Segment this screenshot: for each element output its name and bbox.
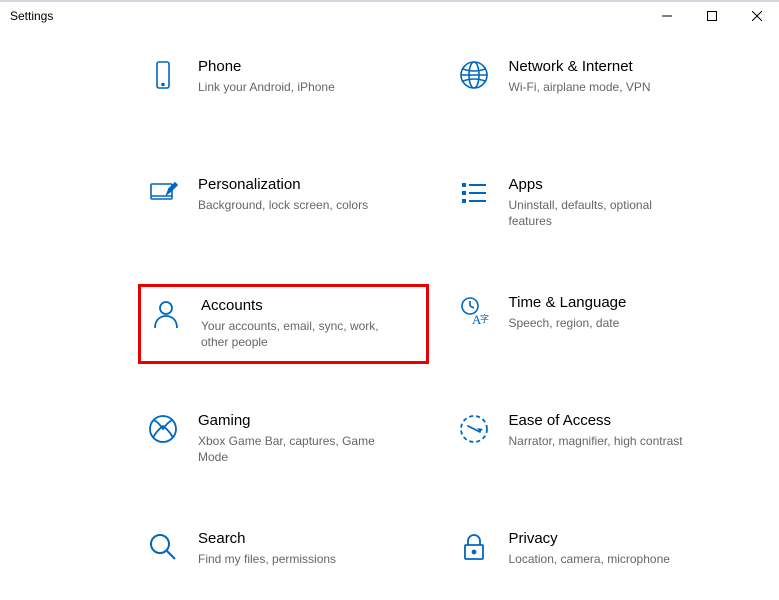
- tile-apps[interactable]: Apps Uninstall, defaults, optional featu…: [449, 166, 740, 246]
- tile-title: Apps: [509, 176, 730, 193]
- window-title: Settings: [10, 9, 53, 23]
- title-bar: Settings: [0, 0, 779, 30]
- tile-accounts[interactable]: Accounts Your accounts, email, sync, wor…: [138, 284, 429, 364]
- tile-text: Gaming Xbox Game Bar, captures, Game Mod…: [198, 410, 419, 465]
- tile-subtitle: Link your Android, iPhone: [198, 79, 378, 95]
- close-button[interactable]: [734, 2, 779, 30]
- tile-text: Time & Language Speech, region, date: [509, 292, 730, 331]
- tile-title: Search: [198, 530, 419, 547]
- svg-text:字: 字: [480, 313, 489, 324]
- tile-text: Network & Internet Wi-Fi, airplane mode,…: [509, 56, 730, 95]
- tile-subtitle: Your accounts, email, sync, work, other …: [201, 318, 381, 350]
- tile-privacy[interactable]: Privacy Location, camera, microphone: [449, 520, 740, 600]
- tile-text: Privacy Location, camera, microphone: [509, 528, 730, 567]
- lock-icon: [457, 530, 491, 564]
- list-icon: [457, 176, 491, 210]
- tile-subtitle: Find my files, permissions: [198, 551, 378, 567]
- tile-title: Personalization: [198, 176, 419, 193]
- minimize-button[interactable]: [644, 2, 689, 30]
- tile-title: Ease of Access: [509, 412, 730, 429]
- tile-phone[interactable]: Phone Link your Android, iPhone: [138, 48, 429, 128]
- tile-network[interactable]: Network & Internet Wi-Fi, airplane mode,…: [449, 48, 740, 128]
- tile-text: Apps Uninstall, defaults, optional featu…: [509, 174, 730, 229]
- tile-text: Personalization Background, lock screen,…: [198, 174, 419, 213]
- tile-title: Network & Internet: [509, 58, 730, 75]
- tile-title: Gaming: [198, 412, 419, 429]
- maximize-button[interactable]: [689, 2, 734, 30]
- tile-title: Phone: [198, 58, 419, 75]
- tile-gaming[interactable]: Gaming Xbox Game Bar, captures, Game Mod…: [138, 402, 429, 482]
- tile-ease-of-access[interactable]: Ease of Access Narrator, magnifier, high…: [449, 402, 740, 482]
- tile-title: Time & Language: [509, 294, 730, 311]
- tile-text: Ease of Access Narrator, magnifier, high…: [509, 410, 730, 449]
- clock-language-icon: A 字: [457, 294, 491, 328]
- settings-grid: Phone Link your Android, iPhone Network …: [0, 30, 779, 600]
- tile-text: Accounts Your accounts, email, sync, wor…: [201, 295, 416, 350]
- tile-personalization[interactable]: Personalization Background, lock screen,…: [138, 166, 429, 246]
- tile-subtitle: Background, lock screen, colors: [198, 197, 378, 213]
- tile-time-language[interactable]: A 字 Time & Language Speech, region, date: [449, 284, 740, 364]
- ease-of-access-icon: [457, 412, 491, 446]
- tile-subtitle: Narrator, magnifier, high contrast: [509, 433, 689, 449]
- paintbrush-icon: [146, 176, 180, 210]
- tile-subtitle: Wi-Fi, airplane mode, VPN: [509, 79, 689, 95]
- tile-subtitle: Speech, region, date: [509, 315, 689, 331]
- globe-icon: [457, 58, 491, 92]
- tile-search[interactable]: Search Find my files, permissions: [138, 520, 429, 600]
- tile-title: Accounts: [201, 297, 416, 314]
- search-icon: [146, 530, 180, 564]
- tile-subtitle: Xbox Game Bar, captures, Game Mode: [198, 433, 378, 465]
- xbox-icon: [146, 412, 180, 446]
- tile-title: Privacy: [509, 530, 730, 547]
- tile-text: Phone Link your Android, iPhone: [198, 56, 419, 95]
- window-controls: [644, 2, 779, 30]
- phone-icon: [146, 58, 180, 92]
- tile-text: Search Find my files, permissions: [198, 528, 419, 567]
- tile-subtitle: Uninstall, defaults, optional features: [509, 197, 689, 229]
- tile-subtitle: Location, camera, microphone: [509, 551, 689, 567]
- person-icon: [149, 297, 183, 331]
